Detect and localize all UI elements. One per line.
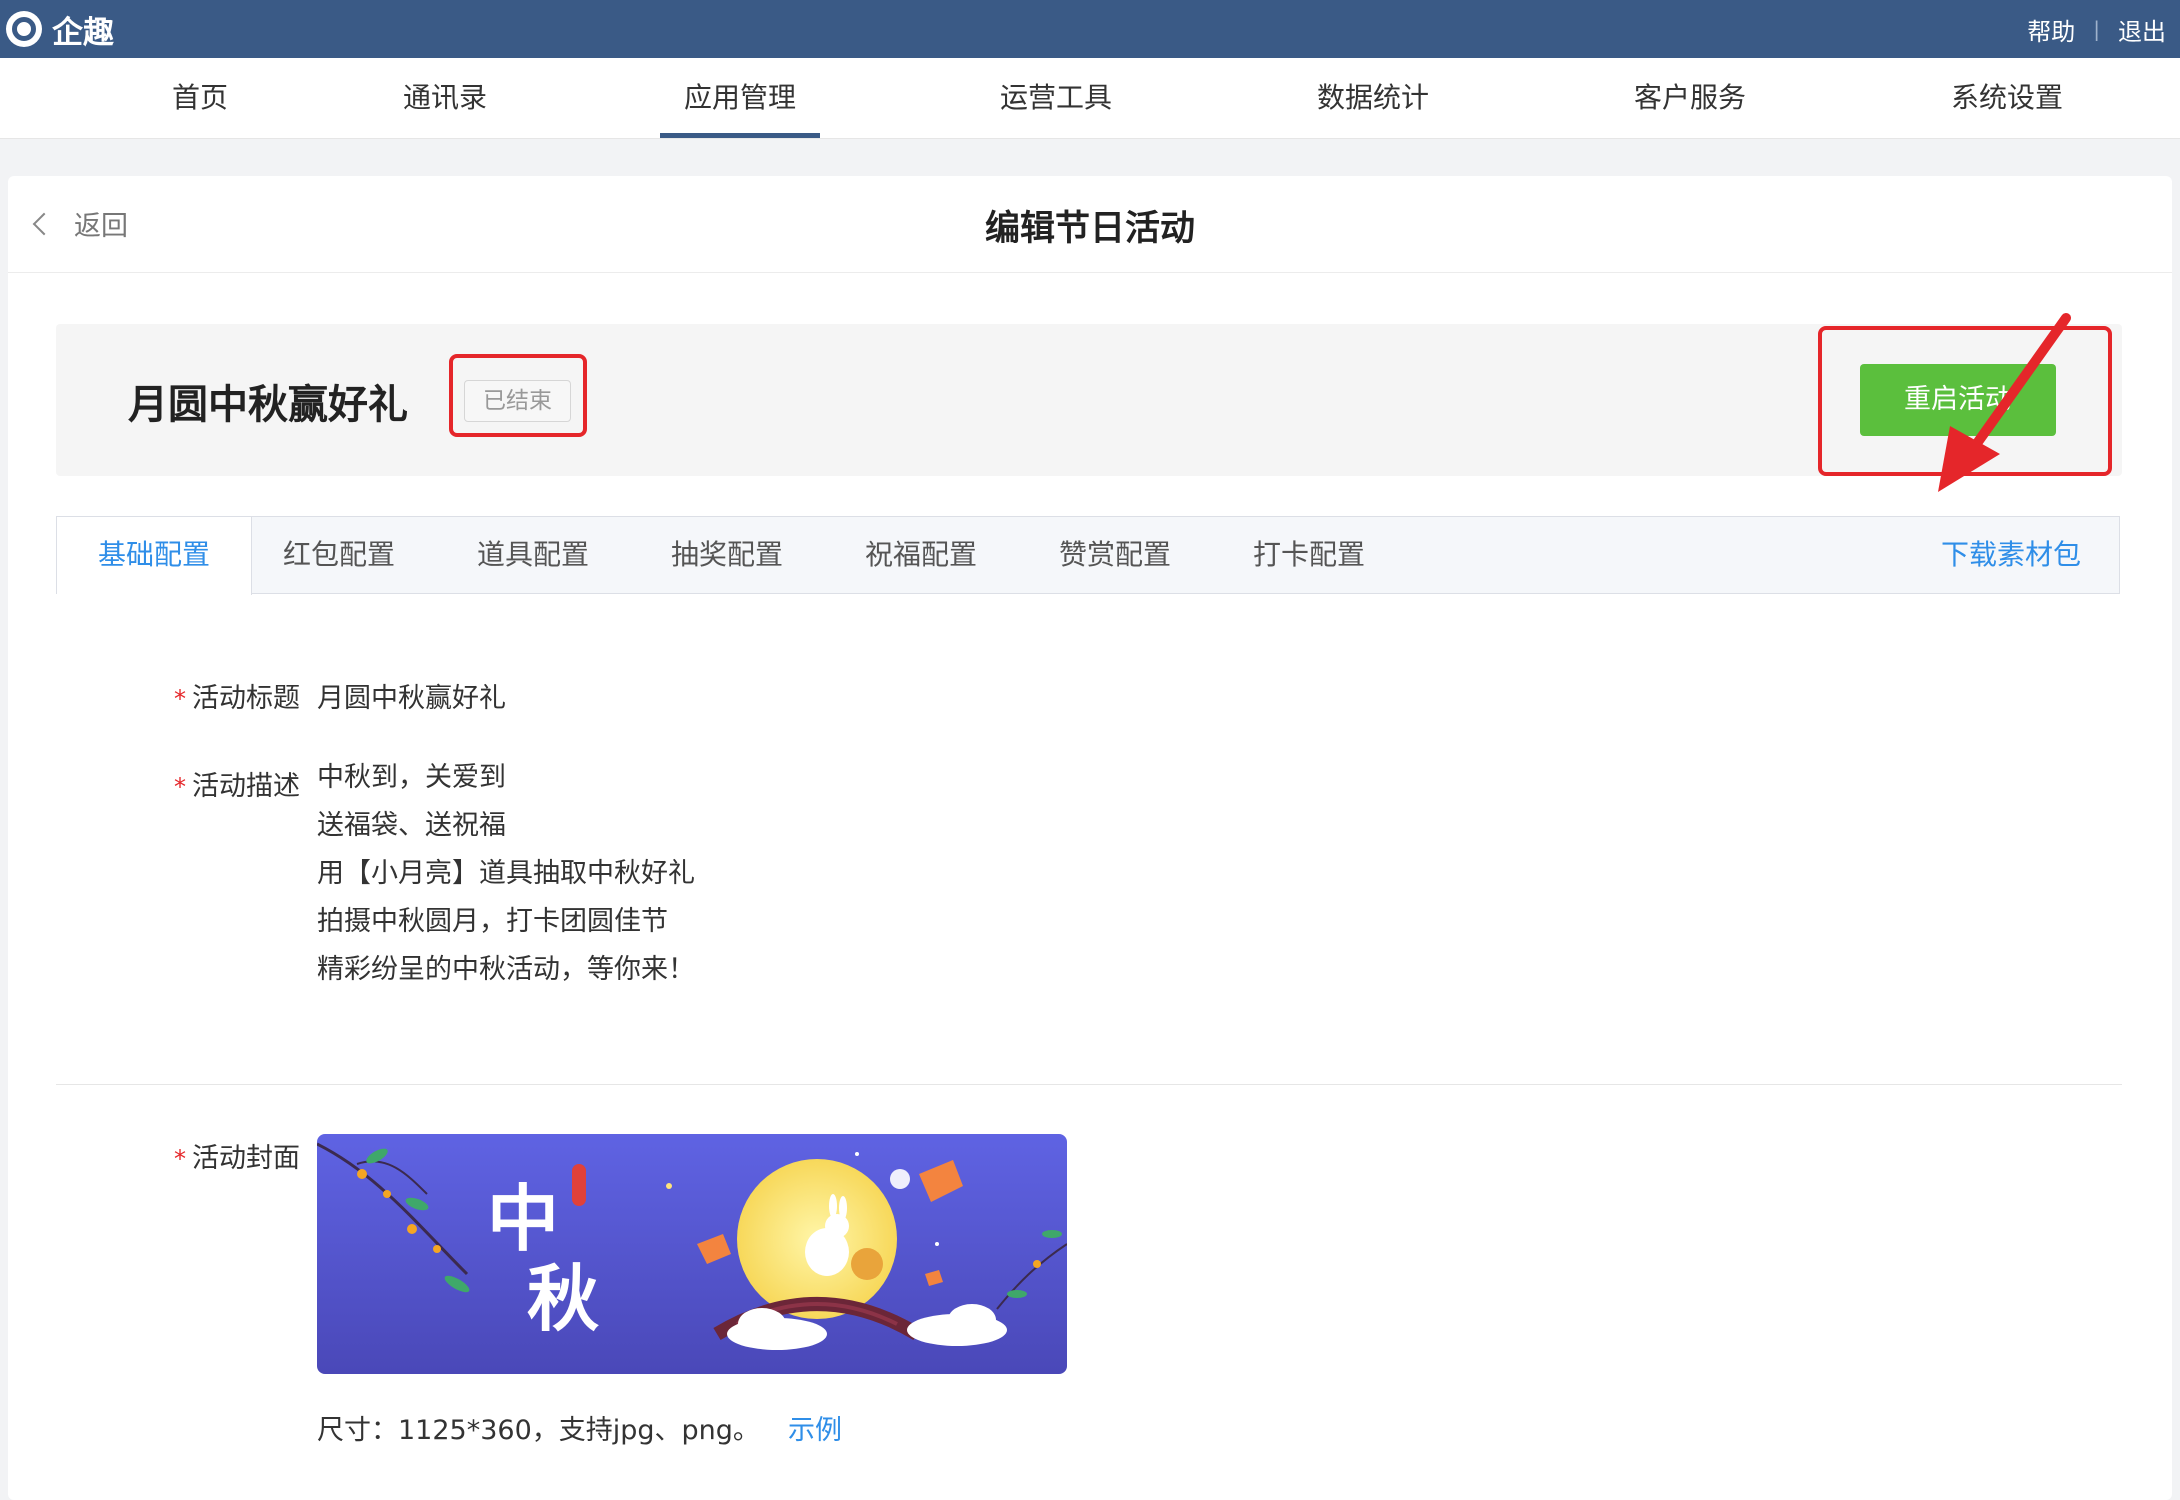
nav-item-customer-service[interactable]: 客户服务 bbox=[1634, 58, 1746, 138]
required-mark: * bbox=[174, 685, 186, 713]
required-mark: * bbox=[174, 1145, 186, 1173]
logo-text: 企趣 bbox=[52, 14, 114, 51]
activity-cover-image[interactable]: 中 秋 bbox=[317, 1134, 1067, 1374]
tab-checkin-config[interactable]: 打卡配置 bbox=[1249, 517, 1369, 593]
activity-desc-value: 中秋到，关爱到 送福袋、送祝福 用【小月亮】道具抽取中秋好礼 拍摄中秋圆月，打卡… bbox=[317, 754, 695, 994]
section-divider bbox=[56, 1084, 2122, 1085]
cover-text-qiu: 秋 bbox=[527, 1256, 599, 1341]
logo-icon bbox=[6, 11, 42, 47]
status-highlight-frame bbox=[449, 354, 587, 437]
desc-line: 中秋到，关爱到 bbox=[317, 762, 506, 793]
nav-item-ops-tools[interactable]: 运营工具 bbox=[1000, 58, 1112, 138]
activity-desc-label: * 活动描述 bbox=[174, 771, 300, 802]
help-link[interactable]: 帮助 bbox=[2027, 12, 2075, 47]
top-bar: 企趣 帮助 | 退出 bbox=[0, 0, 2180, 58]
activity-cover-label: * 活动封面 bbox=[174, 1143, 300, 1174]
download-assets-link[interactable]: 下载素材包 bbox=[1941, 517, 2081, 593]
content-card: 返回 编辑节日活动 月圆中秋赢好礼 已结束 重启活动 基础配置 红包配置 道具配… bbox=[8, 176, 2172, 1500]
cover-text-zhong: 中 bbox=[487, 1176, 559, 1261]
top-links: 帮助 | 退出 bbox=[2027, 10, 2166, 48]
mid-autumn-cover-illustration: 中 秋 bbox=[317, 1134, 1067, 1374]
nav-item-app-management[interactable]: 应用管理 bbox=[660, 58, 820, 138]
tab-reward-config[interactable]: 赞赏配置 bbox=[1055, 517, 1175, 593]
activity-title-label: * 活动标题 bbox=[174, 683, 300, 714]
page-title: 编辑节日活动 bbox=[984, 209, 1195, 249]
desc-line: 精彩纷呈的中秋活动，等你来！ bbox=[317, 954, 695, 985]
activity-title-value: 月圆中秋赢好礼 bbox=[317, 683, 506, 714]
red-arrow-annotation bbox=[1938, 313, 2071, 492]
activity-name: 月圆中秋赢好礼 bbox=[128, 382, 408, 428]
logo[interactable]: 企趣 bbox=[6, 8, 114, 51]
cover-size-note: 尺寸：1125*360，支持jpg、png。 bbox=[317, 1415, 760, 1446]
tab-blessing-config[interactable]: 祝福配置 bbox=[861, 517, 981, 593]
config-tabs: 基础配置 红包配置 道具配置 抽奖配置 祝福配置 赞赏配置 打卡配置 下载素材包 bbox=[56, 516, 2120, 595]
nav-item-home[interactable]: 首页 bbox=[170, 58, 230, 138]
tab-red-packet-config[interactable]: 红包配置 bbox=[279, 517, 399, 593]
activity-summary: 月圆中秋赢好礼 已结束 重启活动 bbox=[56, 324, 2122, 476]
cover-example-link[interactable]: 示例 bbox=[788, 1408, 842, 1447]
required-mark: * bbox=[174, 773, 186, 801]
nav-item-contacts[interactable]: 通讯录 bbox=[403, 58, 487, 138]
logout-link[interactable]: 退出 bbox=[2118, 12, 2166, 47]
desc-line: 送福袋、送祝福 bbox=[317, 810, 506, 841]
nav-item-statistics[interactable]: 数据统计 bbox=[1317, 58, 1429, 138]
desc-line: 拍摄中秋圆月，打卡团圆佳节 bbox=[317, 906, 668, 937]
tab-lottery-config[interactable]: 抽奖配置 bbox=[667, 517, 787, 593]
desc-line: 用【小月亮】道具抽取中秋好礼 bbox=[317, 858, 695, 889]
tab-basic-config[interactable]: 基础配置 bbox=[57, 517, 252, 595]
tab-props-config[interactable]: 道具配置 bbox=[473, 517, 593, 593]
main-nav: 首页 通讯录 应用管理 运营工具 数据统计 客户服务 系统设置 bbox=[0, 58, 2180, 139]
card-header: 返回 编辑节日活动 bbox=[8, 176, 2172, 273]
top-links-separator: | bbox=[2093, 17, 2100, 41]
nav-item-system-settings[interactable]: 系统设置 bbox=[1951, 58, 2063, 138]
